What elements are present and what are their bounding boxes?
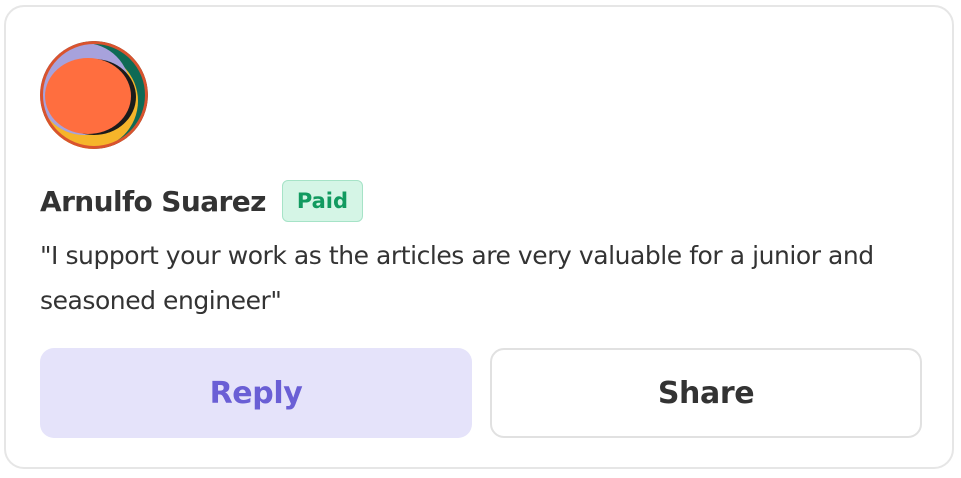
avatar	[40, 41, 148, 149]
abstract-avatar-icon	[40, 41, 148, 149]
supporter-comment-card: Arnulfo Suarez Paid "I support your work…	[4, 5, 954, 469]
paid-badge: Paid	[281, 180, 364, 222]
share-button[interactable]: Share	[490, 348, 922, 438]
comment-message: "I support your work as the articles are…	[40, 241, 874, 315]
author-name: Arnulfo Suarez	[40, 184, 266, 218]
reply-button[interactable]: Reply	[40, 348, 472, 438]
author-row: Arnulfo Suarez Paid	[40, 179, 364, 223]
